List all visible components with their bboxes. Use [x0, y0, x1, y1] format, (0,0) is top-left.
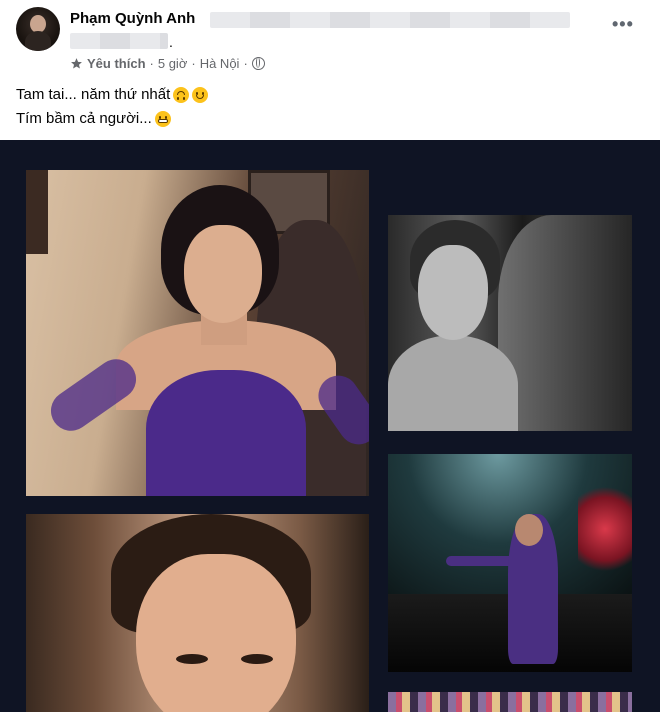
- figure-face: [184, 225, 262, 323]
- figure-eye: [176, 654, 208, 664]
- figure-eye: [241, 654, 273, 664]
- separator: ·: [243, 56, 248, 71]
- stage-light: [578, 484, 632, 574]
- figure-face: [136, 554, 296, 712]
- post-text: Tím bầm cả người...: [16, 110, 152, 127]
- post-text: Tam tai... năm thứ nhất: [16, 86, 171, 103]
- author-name[interactable]: Phạm Quỳnh Anh: [70, 10, 195, 27]
- post-text-line: Tím bầm cả người...: [16, 110, 171, 127]
- photo-purple-dress[interactable]: [26, 170, 369, 496]
- figure-face: [418, 245, 488, 340]
- avatar[interactable]: [16, 7, 60, 51]
- more-options-icon[interactable]: •••: [612, 14, 634, 35]
- redacted-text: [210, 12, 570, 28]
- trailing-dot: .: [169, 34, 173, 50]
- post-location[interactable]: Hà Nội: [200, 56, 240, 71]
- post-text-line: Tam tai... năm thứ nhất: [16, 86, 209, 103]
- separator: ·: [191, 56, 196, 71]
- globe-icon[interactable]: [251, 57, 265, 70]
- star-icon: [71, 58, 82, 69]
- photo-black-white[interactable]: [388, 215, 632, 431]
- photo-closeup[interactable]: [26, 514, 369, 712]
- post-meta: Yêu thích · 5 giờ · Hà Nội ·: [70, 56, 265, 71]
- figure-dress: [146, 370, 306, 496]
- wall-frame: [26, 170, 48, 254]
- upside-down-face-icon: [173, 86, 190, 103]
- photo-stage[interactable]: [388, 454, 632, 672]
- photo-confetti[interactable]: [388, 692, 632, 712]
- mirror-reflection: [498, 215, 632, 431]
- photo-grid: [0, 140, 660, 712]
- figure-body: [388, 335, 518, 431]
- redacted-text: [70, 33, 168, 49]
- grimacing-face-icon: [154, 110, 171, 127]
- favorite-label[interactable]: Yêu thích: [87, 56, 146, 71]
- post-time[interactable]: 5 giờ: [158, 56, 188, 71]
- separator: ·: [149, 56, 154, 71]
- figure-arm: [446, 556, 518, 566]
- post-header: Phạm Quỳnh Anh . ••• Yêu thích · 5 giờ ·…: [0, 0, 660, 140]
- smiling-face-icon: [192, 86, 209, 103]
- figure-head: [515, 514, 543, 546]
